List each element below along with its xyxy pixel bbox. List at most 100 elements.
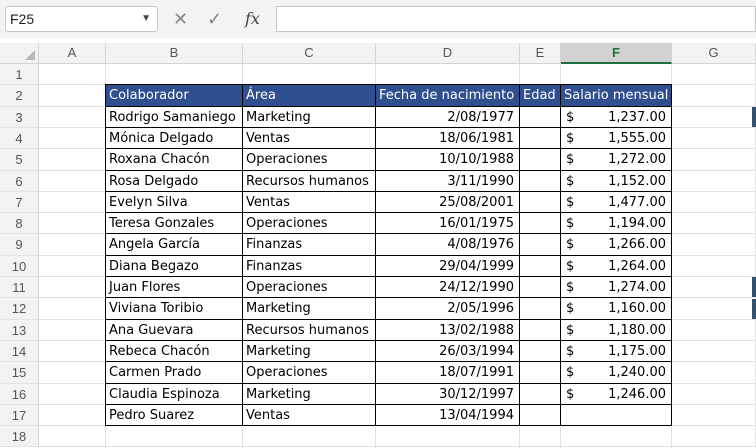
cell-salario[interactable]: $1,246.00	[561, 384, 672, 405]
chevron-down-icon[interactable]: ▼	[141, 7, 151, 31]
cell-colaborador[interactable]: Rosa Delgado	[106, 171, 243, 192]
header-colaborador[interactable]: Colaborador	[106, 85, 243, 107]
cell-salario[interactable]: $1,477.00	[561, 192, 672, 213]
cell-fecha-nacimiento[interactable]: 2/05/1996	[376, 298, 520, 320]
cell-colaborador[interactable]: Roxana Chacón	[106, 149, 243, 171]
cell-colaborador[interactable]: Rodrigo Samaniego	[106, 107, 243, 128]
row-header-11[interactable]: 11	[0, 277, 39, 298]
cell-fecha-nacimiento[interactable]: 2/08/1977	[376, 107, 520, 128]
cell-salario[interactable]: $1,194.00	[561, 213, 672, 234]
cell-area[interactable]: Marketing	[243, 107, 376, 128]
cell-area[interactable]: Operaciones	[243, 277, 376, 298]
cell-edad[interactable]	[520, 341, 561, 362]
header-fecha-nacimiento[interactable]: Fecha de nacimiento	[376, 85, 520, 107]
row-header-1[interactable]: 1	[0, 64, 39, 85]
cell-colaborador[interactable]: Juan Flores	[106, 277, 243, 298]
cell-edad[interactable]	[520, 128, 561, 149]
cell-salario[interactable]: $1,266.00	[561, 234, 672, 256]
row-header-15[interactable]: 15	[0, 362, 39, 384]
cell-edad[interactable]	[520, 298, 561, 320]
cell-fecha-nacimiento[interactable]: 24/12/1990	[376, 277, 520, 298]
cell-salario[interactable]: $1,274.00	[561, 277, 672, 298]
cell-fecha-nacimiento[interactable]: 10/10/1988	[376, 149, 520, 171]
cell-colaborador[interactable]: Rebeca Chacón	[106, 341, 243, 362]
cell-edad[interactable]	[520, 213, 561, 234]
row-header-18[interactable]: 18	[0, 426, 39, 447]
cell-area[interactable]: Ventas	[243, 128, 376, 149]
cell-salario[interactable]: $1,264.00	[561, 256, 672, 277]
select-all-button[interactable]	[0, 43, 39, 64]
name-box[interactable]: F25 ▼	[5, 6, 158, 32]
cell-area[interactable]: Recursos humanos	[243, 320, 376, 341]
cell-fecha-nacimiento[interactable]: 13/02/1988	[376, 320, 520, 341]
row-header-17[interactable]: 17	[0, 405, 39, 426]
cell-edad[interactable]	[520, 277, 561, 298]
cell-fecha-nacimiento[interactable]: 13/04/1994	[376, 405, 520, 426]
cell-area[interactable]: Operaciones	[243, 362, 376, 384]
cell-colaborador[interactable]: Evelyn Silva	[106, 192, 243, 213]
cell-colaborador[interactable]: Carmen Prado	[106, 362, 243, 384]
cell-edad[interactable]	[520, 384, 561, 405]
cell-edad[interactable]	[520, 107, 561, 128]
cell-area[interactable]: Marketing	[243, 384, 376, 405]
row-header-14[interactable]: 14	[0, 341, 39, 362]
column-header-a[interactable]: A	[39, 43, 106, 64]
row-header-7[interactable]: 7	[0, 192, 39, 213]
row-header-16[interactable]: 16	[0, 384, 39, 405]
cell-salario[interactable]: $1,240.00	[561, 362, 672, 384]
cell-fecha-nacimiento[interactable]: 18/06/1981	[376, 128, 520, 149]
row-header-10[interactable]: 10	[0, 256, 39, 277]
column-header-c[interactable]: C	[243, 43, 376, 64]
cell-area[interactable]: Recursos humanos	[243, 171, 376, 192]
cell-area[interactable]: Operaciones	[243, 149, 376, 171]
cell-colaborador[interactable]: Claudia Espinoza	[106, 384, 243, 405]
cell-fecha-nacimiento[interactable]: 16/01/1975	[376, 213, 520, 234]
cell-area[interactable]: Marketing	[243, 341, 376, 362]
column-header-e[interactable]: E	[520, 43, 561, 64]
row-header-6[interactable]: 6	[0, 171, 39, 192]
cell-colaborador[interactable]: Ana Guevara	[106, 320, 243, 341]
cell-salario[interactable]: $1,272.00	[561, 149, 672, 171]
cell-fecha-nacimiento[interactable]: 25/08/2001	[376, 192, 520, 213]
cell-area[interactable]: Ventas	[243, 405, 376, 426]
cell-salario[interactable]: $1,160.00	[561, 298, 672, 320]
cell-edad[interactable]	[520, 362, 561, 384]
column-header-f[interactable]: F	[561, 43, 672, 64]
cell-edad[interactable]	[520, 256, 561, 277]
cell-edad[interactable]	[520, 405, 561, 426]
cell-salario[interactable]: $1,237.00	[561, 107, 672, 128]
column-header-b[interactable]: B	[106, 43, 243, 64]
cell-colaborador[interactable]: Teresa Gonzales	[106, 213, 243, 234]
cell-area[interactable]: Finanzas	[243, 256, 376, 277]
cell-colaborador[interactable]: Viviana Toribio	[106, 298, 243, 320]
cell-salario[interactable]: $1,180.00	[561, 320, 672, 341]
header-edad[interactable]: Edad	[520, 85, 561, 107]
header-salario[interactable]: Salario mensual	[561, 85, 672, 107]
cell-colaborador[interactable]: Pedro Suarez	[106, 405, 243, 426]
cell-area[interactable]: Operaciones	[243, 213, 376, 234]
row-header-12[interactable]: 12	[0, 298, 39, 320]
insert-function-icon[interactable]: fx	[245, 6, 260, 32]
formula-input[interactable]	[276, 6, 756, 32]
cancel-icon[interactable]: ✕	[173, 6, 188, 32]
enter-check-icon[interactable]: ✓	[207, 6, 222, 32]
cell-salario[interactable]: $1,152.00	[561, 171, 672, 192]
row-header-3[interactable]: 3	[0, 107, 39, 128]
cell-colaborador[interactable]: Diana Begazo	[106, 256, 243, 277]
row-header-9[interactable]: 9	[0, 234, 39, 256]
row-header-2[interactable]: 2	[0, 85, 39, 107]
cell-fecha-nacimiento[interactable]: 3/11/1990	[376, 171, 520, 192]
cell-area[interactable]: Marketing	[243, 298, 376, 320]
cell-salario[interactable]: $1,175.00	[561, 341, 672, 362]
cell-edad[interactable]	[520, 171, 561, 192]
cell-edad[interactable]	[520, 320, 561, 341]
cell-fecha-nacimiento[interactable]: 4/08/1976	[376, 234, 520, 256]
row-header-13[interactable]: 13	[0, 320, 39, 341]
cell-fecha-nacimiento[interactable]: 30/12/1997	[376, 384, 520, 405]
cell-fecha-nacimiento[interactable]: 18/07/1991	[376, 362, 520, 384]
cell-fecha-nacimiento[interactable]: 26/03/1994	[376, 341, 520, 362]
cell-edad[interactable]	[520, 192, 561, 213]
row-header-4[interactable]: 4	[0, 128, 39, 149]
header-area[interactable]: Área	[243, 85, 376, 107]
cell-colaborador[interactable]: Mónica Delgado	[106, 128, 243, 149]
